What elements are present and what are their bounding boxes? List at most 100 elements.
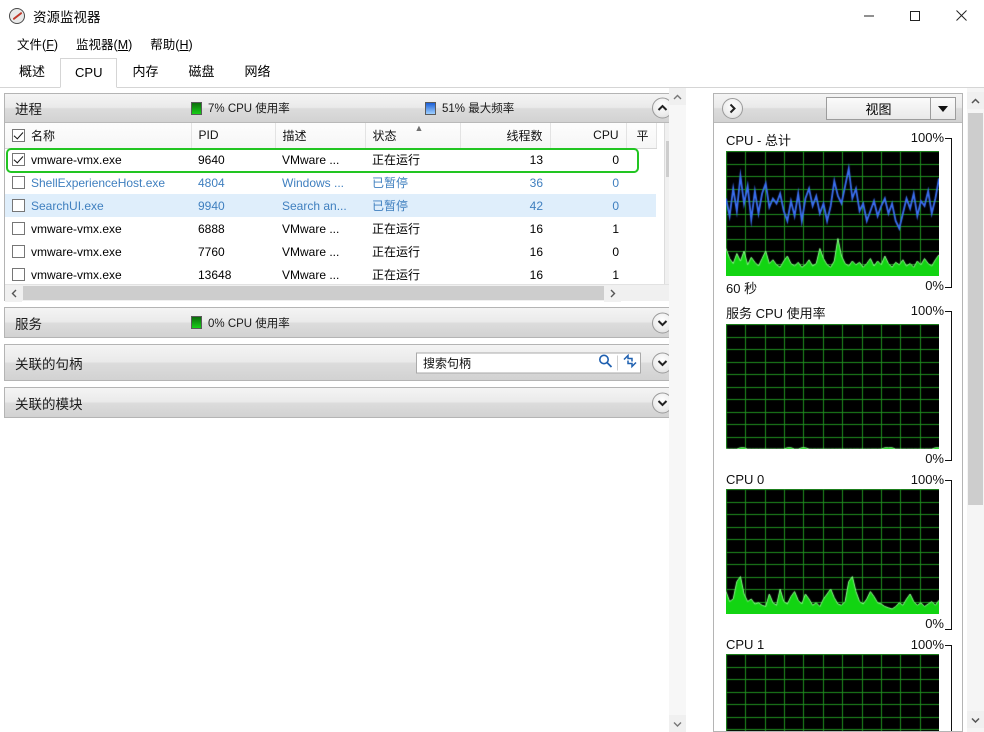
processes-panel: 进程 7% CPU 使用率 51% 最大频率 名称 PID 描述 状态 ▲ 线程… — [4, 93, 682, 302]
cell-status: 已暂停 — [372, 176, 409, 190]
menu-bar: 文件(F) 监视器(M) 帮助(H) — [0, 31, 984, 55]
tab-disk[interactable]: 磁盘 — [173, 54, 229, 87]
chevron-right-icon — [729, 103, 736, 113]
cell-name: ShellExperienceHost.exe — [5, 171, 191, 194]
chart-cpu-total-max-label: 100% — [910, 130, 944, 145]
refresh-icon[interactable] — [622, 353, 638, 372]
tab-memory[interactable]: 内存 — [117, 54, 173, 87]
chart-cpu-1-max-label: 100% — [910, 637, 944, 652]
modules-panel-header[interactable]: 关联的模块 — [5, 388, 681, 417]
menu-accel-file: F — [46, 37, 54, 52]
row-name-text: vmware-vmx.exe — [31, 244, 122, 259]
window-controls — [846, 0, 984, 31]
scroll-thumb-horizontal[interactable] — [23, 286, 604, 300]
cell-description: Windows ... — [282, 175, 345, 190]
chevron-down-icon[interactable] — [931, 105, 955, 112]
cell-status: 正在运行 — [372, 153, 421, 168]
processes-max-frequency-stat: 51% 最大频率 — [425, 100, 514, 116]
scroll-right-button[interactable] — [604, 285, 621, 302]
chart-services-cpu: 服务 CPU 使用率 100% 0% — [718, 303, 958, 466]
right-pane-scroll-thumb[interactable] — [968, 113, 983, 505]
chart-cpu-total: CPU - 总计 100% 60 秒 0% — [718, 130, 958, 297]
cell-description: VMware ... — [282, 221, 340, 236]
cell-name: vmware-vmx.exe — [5, 148, 191, 171]
chart-services-cpu-min-label: 0% — [925, 451, 944, 466]
column-header-name[interactable]: 名称 — [5, 123, 192, 149]
column-header-description[interactable]: 描述 — [275, 123, 366, 149]
select-all-checkbox[interactable] — [12, 128, 25, 142]
chevron-right-icon — [610, 289, 615, 298]
chart-cpu-total-time-label: 60 秒 — [726, 281, 758, 296]
cpu-usage-legend-icon — [191, 101, 202, 115]
processes-cpu-usage-stat: 7% CPU 使用率 — [191, 100, 290, 116]
close-button[interactable] — [938, 0, 984, 31]
table-row[interactable]: vmware-vmx.exe 7760 VMware ... 正在运行 16 0 — [5, 240, 656, 263]
column-header-cpu[interactable]: CPU — [550, 123, 627, 149]
cell-status: 正在运行 — [372, 245, 421, 259]
handles-panel-header[interactable]: 关联的句柄 搜索句柄 — [5, 345, 681, 380]
cell-threads: 16 — [529, 244, 543, 259]
chevron-down-icon — [657, 399, 668, 406]
column-header-average[interactable]: 平 — [626, 123, 657, 149]
left-pane-scrollbar[interactable] — [669, 88, 686, 732]
handles-panel-title: 关联的句柄 — [15, 356, 83, 372]
cell-description: Search an... — [282, 198, 347, 213]
cell-pid: 6888 — [198, 221, 225, 236]
cell-description: VMware ... — [282, 244, 340, 259]
processes-panel-header[interactable]: 进程 7% CPU 使用率 51% 最大频率 — [5, 94, 681, 123]
menu-item-monitor[interactable]: 监视器(M) — [67, 32, 141, 55]
cell-cpu: 0 — [612, 175, 619, 190]
column-header-status[interactable]: 状态 ▲ — [365, 123, 461, 149]
minimize-button[interactable] — [846, 0, 892, 31]
search-icon[interactable] — [598, 354, 613, 372]
row-checkbox[interactable] — [12, 244, 25, 258]
cell-pid: 9640 — [198, 152, 225, 167]
table-row[interactable]: vmware-vmx.exe 6888 VMware ... 正在运行 16 1 — [5, 217, 656, 240]
graphs-expand-button[interactable] — [722, 97, 743, 119]
chart-services-cpu-canvas — [726, 324, 939, 449]
sort-ascending-icon: ▲ — [414, 123, 424, 133]
table-row[interactable]: vmware-vmx.exe 13648 VMware ... 正在运行 16 … — [5, 263, 656, 286]
table-row[interactable]: ShellExperienceHost.exe 4804 Windows ...… — [5, 171, 656, 194]
scroll-left-button[interactable] — [5, 284, 22, 302]
cell-name: vmware-vmx.exe — [5, 263, 191, 286]
chart-services-cpu-max-label: 100% — [910, 303, 944, 318]
chevron-down-icon — [673, 721, 682, 727]
search-input[interactable]: 搜索句柄 — [423, 354, 598, 371]
row-checkbox[interactable] — [12, 198, 25, 212]
cell-average — [626, 194, 656, 217]
maximize-button[interactable] — [892, 0, 938, 31]
row-checkbox[interactable] — [12, 221, 25, 235]
chevron-left-icon — [11, 289, 16, 297]
cell-pid: 4804 — [198, 175, 225, 190]
view-dropdown-button[interactable]: 视图 — [826, 97, 956, 120]
handle-search-box[interactable]: 搜索句柄 — [416, 352, 641, 373]
table-row[interactable]: SearchUI.exe 9940 Search an... 已暂停 42 0 — [5, 194, 656, 217]
right-pane-scroll-down-button[interactable] — [967, 711, 984, 728]
process-table-horizontal-scrollbar[interactable] — [5, 284, 681, 302]
chart-cpu-total-canvas — [726, 151, 939, 276]
tab-overview[interactable]: 概述 — [4, 54, 60, 87]
chart-cpu-total-title: CPU - 总计 — [726, 133, 792, 148]
chart-cpu-1: CPU 1 100% — [718, 637, 958, 731]
column-header-threads[interactable]: 线程数 — [460, 123, 551, 149]
row-checkbox[interactable] — [12, 152, 25, 166]
menu-item-file[interactable]: 文件(F) — [8, 32, 67, 55]
right-pane-scroll-up-button[interactable] — [967, 92, 984, 109]
cell-average — [626, 263, 656, 286]
left-pane-scroll-up-button[interactable] — [669, 88, 686, 105]
cell-average — [626, 148, 656, 171]
menu-item-help[interactable]: 帮助(H) — [141, 32, 201, 55]
tab-network[interactable]: 网络 — [230, 54, 286, 87]
column-header-pid[interactable]: PID — [191, 123, 276, 149]
row-checkbox[interactable] — [12, 175, 25, 189]
chart-services-cpu-title: 服务 CPU 使用率 — [726, 306, 826, 321]
services-panel-header[interactable]: 服务 0% CPU 使用率 — [5, 308, 681, 337]
table-row[interactable]: vmware-vmx.exe 9640 VMware ... 正在运行 13 0 — [5, 148, 656, 171]
right-pane-scrollbar[interactable] — [967, 88, 984, 732]
cell-average — [626, 171, 656, 194]
left-pane-scroll-down-button[interactable] — [669, 715, 686, 732]
tab-cpu[interactable]: CPU — [60, 58, 118, 88]
chart-cpu-0-canvas — [726, 489, 939, 614]
row-checkbox[interactable] — [12, 267, 25, 281]
